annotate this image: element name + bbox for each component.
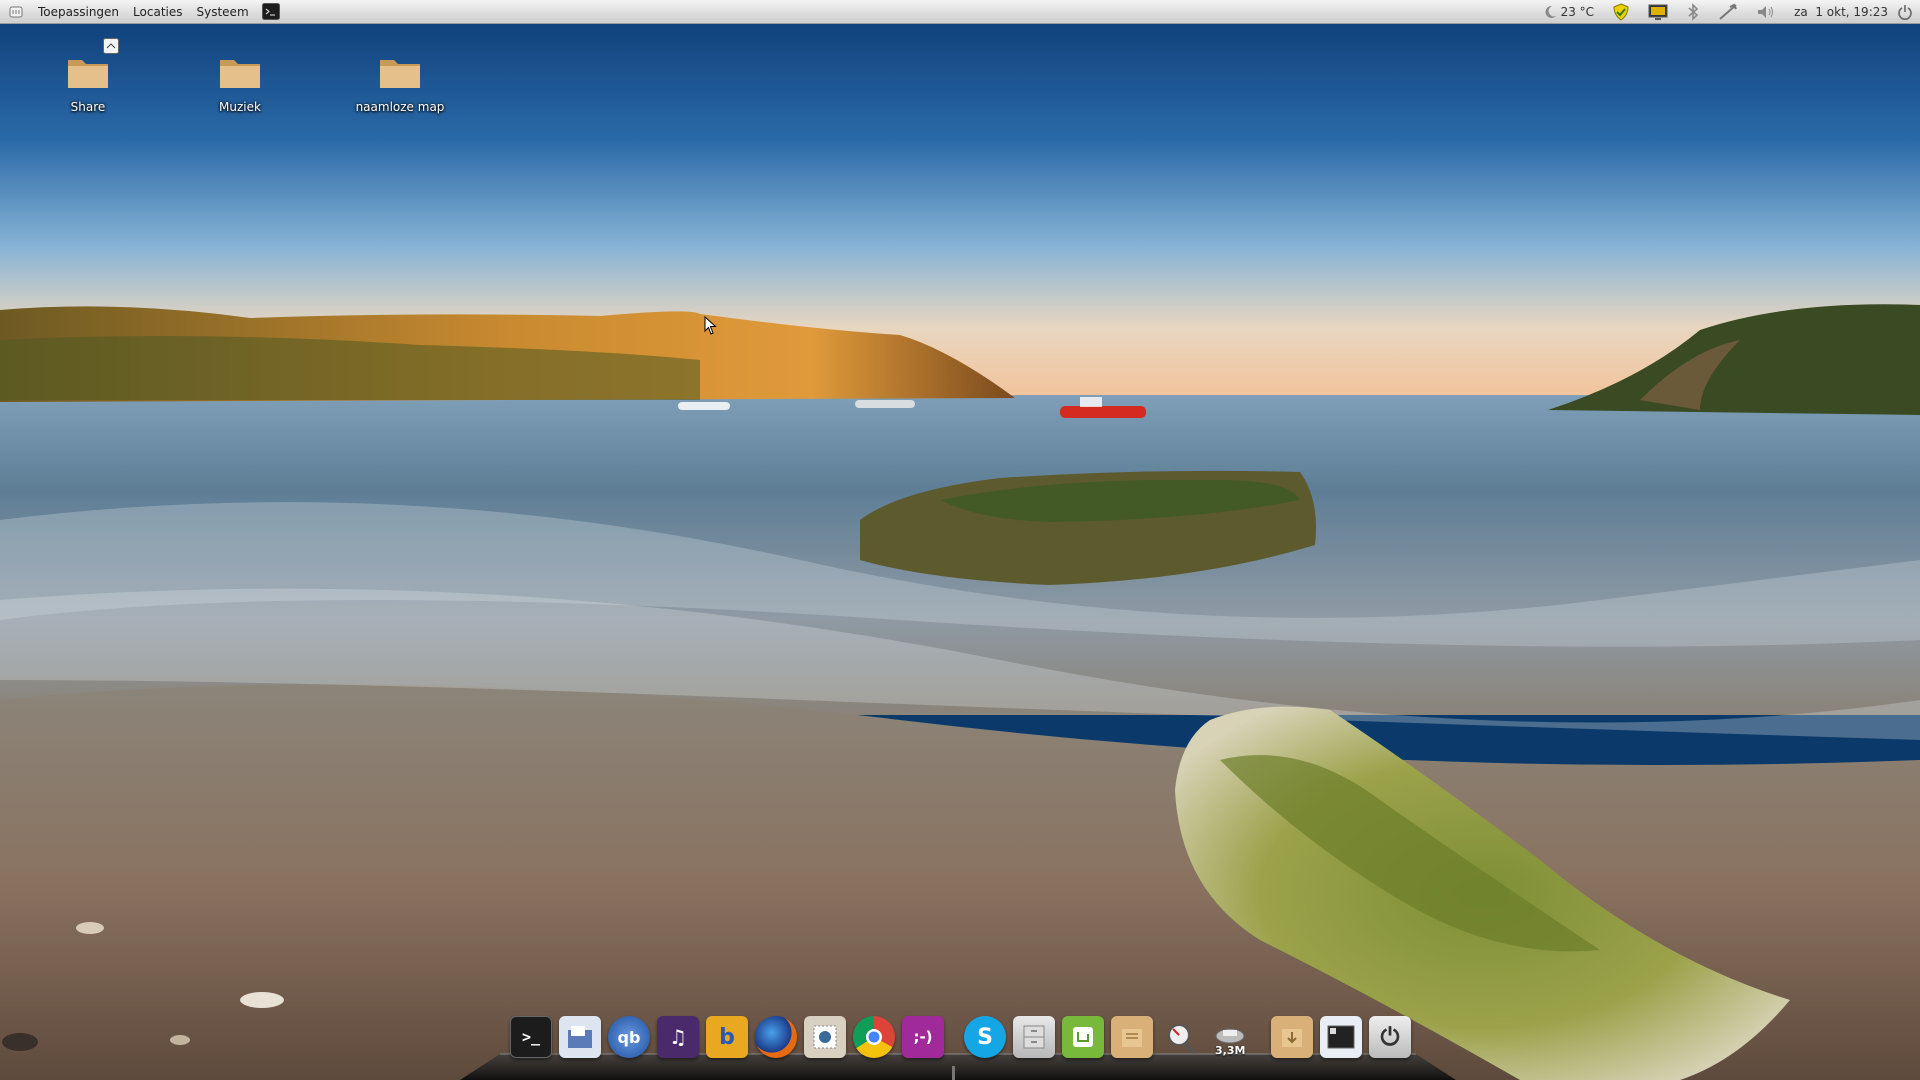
dock: >_ qb ♫ b ;-) S 3,3M ⏻ [460,1016,1456,1080]
shutdown-icon: ⏻ [1380,1023,1400,1051]
desktop-icon-muziek[interactable]: Muziek [185,48,295,114]
documents-folder-icon [1122,1029,1142,1047]
skype-icon: S [977,1024,993,1050]
desktop-icon-share[interactable]: Share [33,38,143,114]
dock-banshee[interactable]: b [706,1016,748,1058]
network-monitor-label: 3,3M [1215,1044,1246,1057]
clock-applet[interactable]: za 1 okt, 19:23 [1794,0,1888,24]
banshee-icon: b [719,1024,735,1050]
mint-menu-icon[interactable] [9,5,23,19]
headphones-icon: ♫ [669,1025,687,1049]
network-icon[interactable] [1718,0,1738,24]
monitor-icon[interactable] [1648,0,1668,24]
dock-chrome[interactable] [853,1016,895,1058]
volume-icon[interactable] [1756,0,1776,24]
power-icon[interactable] [1898,0,1912,24]
terminal-icon: >_ [521,1028,541,1046]
top-panel: Toepassingen Locaties Systeem 23 °C za 1… [0,0,1920,24]
clock-label: za 1 okt, 19:23 [1794,4,1888,19]
dock-downloads-folder[interactable] [1271,1016,1313,1058]
desktop-icon-label: naamloze map [355,100,445,114]
dock-audio-player[interactable]: ♫ [657,1016,699,1058]
desktop-icon-label: Share [70,100,106,114]
show-desktop-icon [1327,1025,1355,1049]
dock-qbittorrent[interactable]: qb [608,1016,650,1058]
wallpaper-image [0,0,1920,1080]
folder-icon [220,60,260,88]
dock-show-desktop[interactable] [1320,1016,1362,1058]
firefox-icon [771,1032,781,1042]
terminal-launcher-icon[interactable] [261,3,280,20]
mail-stamp-icon [813,1025,837,1049]
chrome-icon [866,1029,882,1045]
folder-icon [68,60,108,88]
downloads-folder-icon [1282,1029,1302,1047]
dock-shutdown[interactable]: ⏻ [1369,1016,1411,1058]
mint-icon [1073,1027,1093,1047]
dock-emesene-chat[interactable]: ;-) [902,1016,944,1058]
dock-network-monitor[interactable]: 3,3M [1209,1016,1251,1058]
menu-systeem[interactable]: Systeem [190,0,256,24]
qbittorrent-icon: qb [617,1027,641,1047]
desktop-icon-label: Muziek [219,100,261,114]
system-monitor-icon [1168,1024,1197,1055]
dock-documents[interactable] [1111,1016,1153,1058]
security-shield-icon[interactable] [1612,0,1630,24]
shared-emblem-icon [103,38,119,54]
bluetooth-icon[interactable] [1686,0,1700,24]
file-cabinet-icon [1023,1025,1045,1049]
dock-file-manager[interactable] [559,1016,601,1058]
weather-applet[interactable]: 23 °C [1541,0,1594,24]
menu-locaties[interactable]: Locaties [126,0,189,24]
temperature-label: 23 °C [1560,4,1595,19]
dock-firefox[interactable] [755,1016,797,1058]
desktop-icon-naamloze-map[interactable]: naamloze map [345,48,455,114]
menu-toepassingen[interactable]: Toepassingen [31,0,126,24]
file-manager-icon [568,1026,592,1048]
mouse-cursor-icon [704,316,717,335]
dock-mail-client[interactable] [804,1016,846,1058]
desktop[interactable]: Toepassingen Locaties Systeem 23 °C za 1… [0,0,1920,1080]
folder-icon [380,60,420,88]
dock-system-monitor[interactable] [1160,1016,1202,1058]
moon-icon [1541,3,1559,21]
chat-smiley-icon: ;-) [913,1028,933,1046]
dock-mint-software-manager[interactable] [1062,1016,1104,1058]
dock-skype[interactable]: S [964,1016,1006,1058]
dock-terminal[interactable]: >_ [510,1016,552,1058]
dock-file-cabinet[interactable] [1013,1016,1055,1058]
